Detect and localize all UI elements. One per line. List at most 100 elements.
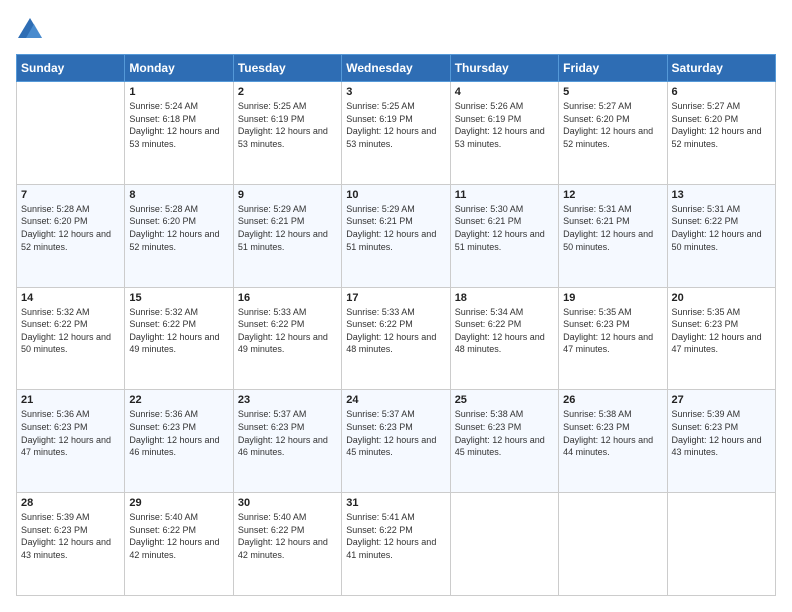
week-row-3: 21 Sunrise: 5:36 AM Sunset: 6:23 PM Dayli… (17, 390, 776, 493)
day-info: Sunrise: 5:24 AM Sunset: 6:18 PM Dayligh… (129, 100, 228, 150)
day-info: Sunrise: 5:26 AM Sunset: 6:19 PM Dayligh… (455, 100, 554, 150)
day-number: 10 (346, 189, 445, 201)
calendar-cell (667, 493, 775, 596)
day-number: 16 (238, 292, 337, 304)
calendar-cell (450, 493, 558, 596)
day-info: Sunrise: 5:25 AM Sunset: 6:19 PM Dayligh… (238, 100, 337, 150)
calendar-cell: 14 Sunrise: 5:32 AM Sunset: 6:22 PM Dayli… (17, 287, 125, 390)
calendar-cell: 11 Sunrise: 5:30 AM Sunset: 6:21 PM Dayli… (450, 184, 558, 287)
week-row-2: 14 Sunrise: 5:32 AM Sunset: 6:22 PM Dayli… (17, 287, 776, 390)
day-number: 6 (672, 86, 771, 98)
day-number: 17 (346, 292, 445, 304)
calendar-cell: 1 Sunrise: 5:24 AM Sunset: 6:18 PM Daylig… (125, 82, 233, 185)
calendar-cell: 15Sunrise: 5:32 AM Sunset: 6:22 PM Dayli… (125, 287, 233, 390)
day-number: 25 (455, 394, 554, 406)
logo-icon (16, 16, 44, 44)
calendar-cell: 23 Sunrise: 5:37 AM Sunset: 6:23 PM Dayli… (233, 390, 341, 493)
day-info: Sunrise: 5:28 AM Sunset: 6:20 PM Dayligh… (21, 203, 120, 253)
calendar-cell: 17 Sunrise: 5:33 AM Sunset: 6:22 PM Dayli… (342, 287, 450, 390)
calendar-cell: 22 Sunrise: 5:36 AM Sunset: 6:23 PM Dayli… (125, 390, 233, 493)
day-number: 29 (129, 497, 228, 509)
day-number: 18 (455, 292, 554, 304)
day-number: 24 (346, 394, 445, 406)
day-info: Sunrise: 5:39 AM Sunset: 6:23 PM Dayligh… (21, 511, 120, 561)
calendar-cell: 27Sunrise: 5:39 AM Sunset: 6:23 PM Dayli… (667, 390, 775, 493)
day-number: 19 (563, 292, 662, 304)
day-number: 23 (238, 394, 337, 406)
day-info: Sunrise: 5:39 AM Sunset: 6:23 PM Dayligh… (672, 408, 771, 458)
day-info: Sunrise: 5:32 AM Sunset: 6:22 PM Dayligh… (21, 306, 120, 356)
calendar-cell: 18 Sunrise: 5:34 AM Sunset: 6:22 PM Dayli… (450, 287, 558, 390)
day-number: 22 (129, 394, 228, 406)
calendar-cell: 16 Sunrise: 5:33 AM Sunset: 6:22 PM Dayli… (233, 287, 341, 390)
day-info: Sunrise: 5:27 AM Sunset: 6:20 PM Dayligh… (563, 100, 662, 150)
day-number: 8 (129, 189, 228, 201)
day-info: Sunrise: 5:31 AM Sunset: 6:22 PM Dayligh… (672, 203, 771, 253)
day-number: 13 (672, 189, 771, 201)
day-number: 2 (238, 86, 337, 98)
day-info: Sunrise: 5:33 AM Sunset: 6:22 PM Dayligh… (346, 306, 445, 356)
day-number: 5 (563, 86, 662, 98)
day-info: Sunrise: 5:29 AM Sunset: 6:21 PM Dayligh… (346, 203, 445, 253)
day-info: Sunrise: 5:38 AM Sunset: 6:23 PM Dayligh… (563, 408, 662, 458)
day-number: 9 (238, 189, 337, 201)
day-number: 21 (21, 394, 120, 406)
day-info: Sunrise: 5:29 AM Sunset: 6:21 PM Dayligh… (238, 203, 337, 253)
day-number: 11 (455, 189, 554, 201)
calendar-cell: 31 Sunrise: 5:41 AM Sunset: 6:22 PM Dayli… (342, 493, 450, 596)
day-number: 12 (563, 189, 662, 201)
day-info: Sunrise: 5:33 AM Sunset: 6:22 PM Dayligh… (238, 306, 337, 356)
week-row-1: 7Sunrise: 5:28 AM Sunset: 6:20 PM Daylig… (17, 184, 776, 287)
calendar-cell: 19Sunrise: 5:35 AM Sunset: 6:23 PM Dayli… (559, 287, 667, 390)
calendar-cell: 29Sunrise: 5:40 AM Sunset: 6:22 PM Dayli… (125, 493, 233, 596)
logo (16, 16, 48, 44)
calendar-cell: 25 Sunrise: 5:38 AM Sunset: 6:23 PM Dayli… (450, 390, 558, 493)
day-info: Sunrise: 5:41 AM Sunset: 6:22 PM Dayligh… (346, 511, 445, 561)
day-info: Sunrise: 5:30 AM Sunset: 6:21 PM Dayligh… (455, 203, 554, 253)
day-info: Sunrise: 5:35 AM Sunset: 6:23 PM Dayligh… (672, 306, 771, 356)
calendar-cell (17, 82, 125, 185)
day-info: Sunrise: 5:36 AM Sunset: 6:23 PM Dayligh… (129, 408, 228, 458)
day-info: Sunrise: 5:27 AM Sunset: 6:20 PM Dayligh… (672, 100, 771, 150)
day-number: 1 (129, 86, 228, 98)
calendar-cell: 3 Sunrise: 5:25 AM Sunset: 6:19 PM Daylig… (342, 82, 450, 185)
day-info: Sunrise: 5:37 AM Sunset: 6:23 PM Dayligh… (238, 408, 337, 458)
day-number: 31 (346, 497, 445, 509)
day-number: 20 (672, 292, 771, 304)
calendar-cell: 24 Sunrise: 5:37 AM Sunset: 6:23 PM Dayli… (342, 390, 450, 493)
day-info: Sunrise: 5:34 AM Sunset: 6:22 PM Dayligh… (455, 306, 554, 356)
calendar-cell (559, 493, 667, 596)
col-header-saturday: Saturday (667, 55, 775, 82)
calendar-cell: 26 Sunrise: 5:38 AM Sunset: 6:23 PM Dayli… (559, 390, 667, 493)
col-header-friday: Friday (559, 55, 667, 82)
col-header-tuesday: Tuesday (233, 55, 341, 82)
day-info: Sunrise: 5:40 AM Sunset: 6:22 PM Dayligh… (238, 511, 337, 561)
calendar-cell: 9 Sunrise: 5:29 AM Sunset: 6:21 PM Daylig… (233, 184, 341, 287)
day-info: Sunrise: 5:37 AM Sunset: 6:23 PM Dayligh… (346, 408, 445, 458)
calendar-cell: 30 Sunrise: 5:40 AM Sunset: 6:22 PM Dayli… (233, 493, 341, 596)
header (16, 16, 776, 44)
day-number: 30 (238, 497, 337, 509)
col-header-monday: Monday (125, 55, 233, 82)
calendar-cell: 20 Sunrise: 5:35 AM Sunset: 6:23 PM Dayli… (667, 287, 775, 390)
calendar-cell: 4 Sunrise: 5:26 AM Sunset: 6:19 PM Daylig… (450, 82, 558, 185)
day-number: 26 (563, 394, 662, 406)
calendar-cell: 10 Sunrise: 5:29 AM Sunset: 6:21 PM Dayli… (342, 184, 450, 287)
day-info: Sunrise: 5:28 AM Sunset: 6:20 PM Dayligh… (129, 203, 228, 253)
day-number: 4 (455, 86, 554, 98)
day-info: Sunrise: 5:25 AM Sunset: 6:19 PM Dayligh… (346, 100, 445, 150)
col-header-wednesday: Wednesday (342, 55, 450, 82)
day-number: 14 (21, 292, 120, 304)
day-info: Sunrise: 5:31 AM Sunset: 6:21 PM Dayligh… (563, 203, 662, 253)
day-number: 3 (346, 86, 445, 98)
col-header-sunday: Sunday (17, 55, 125, 82)
calendar-cell: 5 Sunrise: 5:27 AM Sunset: 6:20 PM Daylig… (559, 82, 667, 185)
day-info: Sunrise: 5:38 AM Sunset: 6:23 PM Dayligh… (455, 408, 554, 458)
calendar-cell: 6 Sunrise: 5:27 AM Sunset: 6:20 PM Daylig… (667, 82, 775, 185)
calendar-cell: 21Sunrise: 5:36 AM Sunset: 6:23 PM Dayli… (17, 390, 125, 493)
calendar-cell: 13 Sunrise: 5:31 AM Sunset: 6:22 PM Dayli… (667, 184, 775, 287)
calendar-cell: 7Sunrise: 5:28 AM Sunset: 6:20 PM Daylig… (17, 184, 125, 287)
calendar-cell: 8 Sunrise: 5:28 AM Sunset: 6:20 PM Daylig… (125, 184, 233, 287)
calendar-cell: 12 Sunrise: 5:31 AM Sunset: 6:21 PM Dayli… (559, 184, 667, 287)
day-number: 28 (21, 497, 120, 509)
